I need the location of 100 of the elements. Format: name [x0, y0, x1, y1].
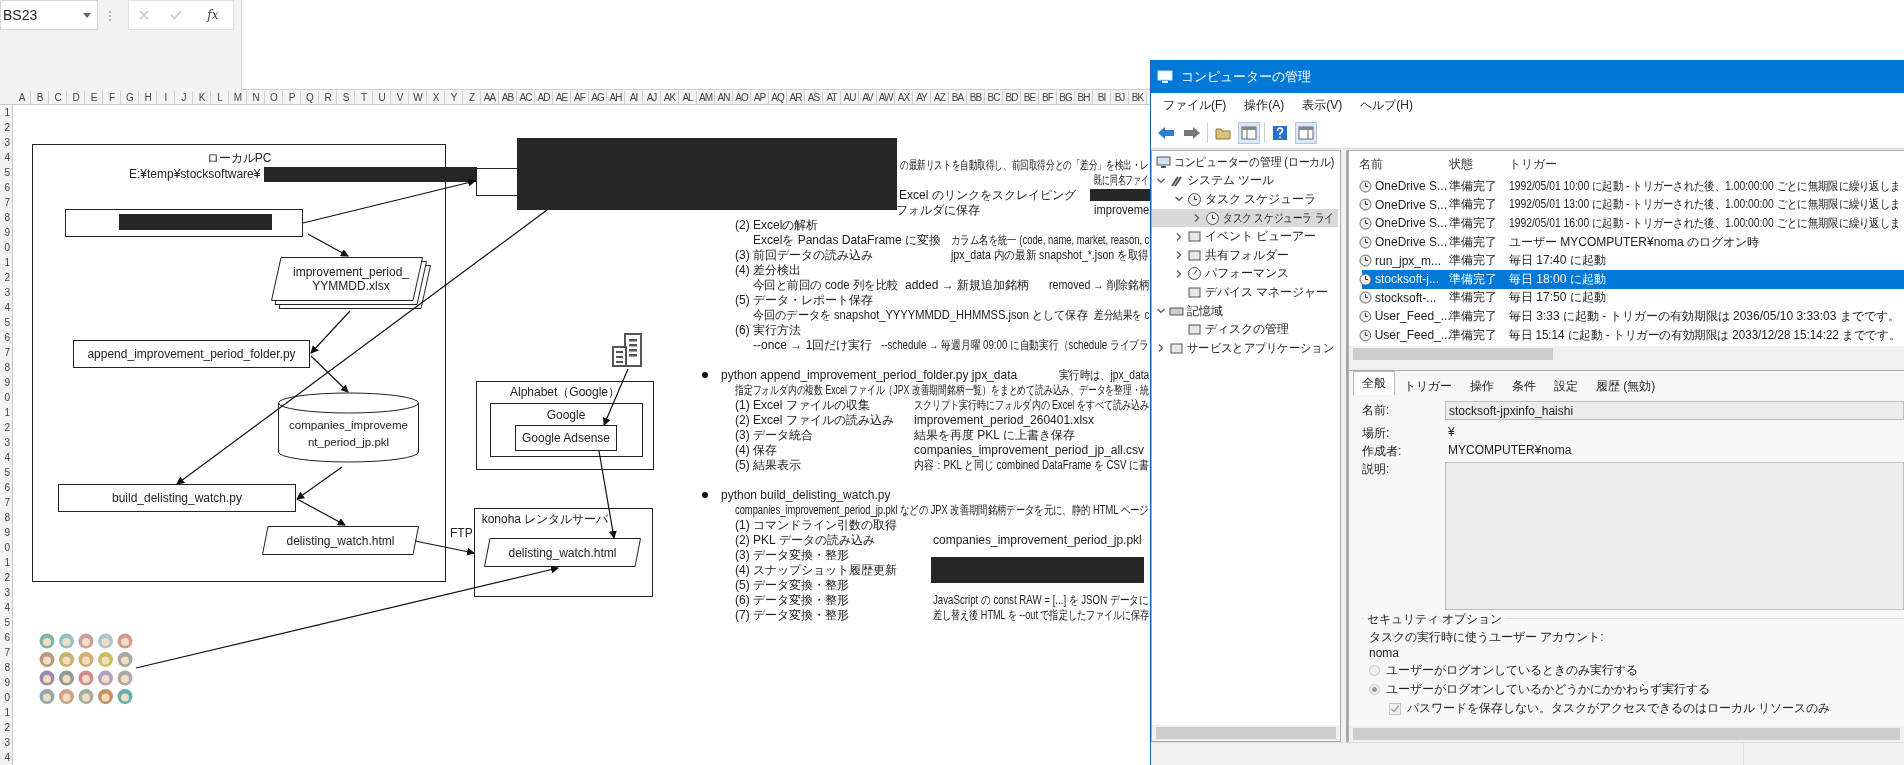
column-header[interactable]: AW — [877, 91, 895, 104]
column-header[interactable]: AY — [913, 91, 931, 104]
column-header[interactable]: AQ — [769, 91, 787, 104]
column-header[interactable]: C — [49, 91, 67, 104]
column-header[interactable]: AA — [481, 91, 499, 104]
task-row[interactable]: OneDrive S... 準備完了 ユーザー MYCOMPUTER¥noma のログオン時 — [1349, 232, 1904, 252]
row-number[interactable]: 2 — [0, 570, 12, 585]
column-header[interactable]: N — [247, 91, 265, 104]
column-header[interactable]: H — [139, 91, 157, 104]
task-row[interactable]: OneDrive S... 準備完了 1992/05/01 10:00 に起動 - トリガーされた後、1.00:00:00 ごとに無期限に繰り返しま — [1349, 177, 1904, 196]
column-header[interactable]: BC — [985, 91, 1003, 104]
tree-item[interactable]: 記憶域 — [1152, 301, 1338, 321]
row-number[interactable]: 4 — [0, 750, 12, 765]
column-header[interactable]: AO — [733, 91, 751, 104]
menu-item[interactable]: ファイル(F) — [1155, 94, 1235, 116]
column-header[interactable]: AL — [679, 91, 697, 104]
row-number[interactable]: 3 — [0, 735, 12, 750]
tree-item[interactable]: ディスクの管理 — [1152, 320, 1338, 339]
column-header[interactable]: AM — [697, 91, 715, 104]
column-header[interactable]: Y — [445, 91, 463, 104]
row-number[interactable]: 8 — [0, 660, 12, 675]
task-row[interactable]: User_Feed_...準備完了 毎日 15:14 に起動 - トリガーの有効期限は 2033/12/28 15:14:22 までです。 — [1349, 325, 1904, 345]
column-header[interactable]: BF — [1039, 91, 1057, 104]
scrollbar[interactable] — [1152, 725, 1340, 741]
row-number[interactable]: 0 — [0, 390, 12, 405]
column-header[interactable]: AN — [715, 91, 733, 104]
column-header[interactable]: V — [391, 91, 409, 104]
row-number[interactable]: 0 — [0, 240, 12, 255]
row-number[interactable]: 7 — [0, 195, 12, 210]
row-number[interactable]: 1 — [0, 405, 12, 420]
name-box[interactable]: BS23 — [0, 0, 98, 30]
row-number[interactable]: 7 — [0, 345, 12, 360]
task-row[interactable]: stocksoft-... 準備完了 毎日 17:50 に起動 — [1349, 288, 1904, 308]
description-field[interactable] — [1445, 462, 1904, 610]
column-header[interactable]: 状態 — [1449, 155, 1509, 173]
column-header[interactable]: Z — [463, 91, 481, 104]
row-number[interactable]: 2 — [0, 120, 12, 135]
row-number[interactable]: 5 — [0, 315, 12, 330]
row-number[interactable]: 8 — [0, 210, 12, 225]
column-header[interactable]: AP — [751, 91, 769, 104]
row-number[interactable]: 9 — [0, 675, 12, 690]
tab[interactable]: 履歴 (無効) — [1587, 374, 1665, 395]
tree-item[interactable]: タスク スケジューラ ライ — [1152, 208, 1338, 228]
row-number[interactable]: 7 — [0, 645, 12, 660]
tab[interactable]: トリガー — [1395, 374, 1461, 395]
function-button[interactable]: fx — [203, 6, 223, 24]
chevron-right-icon[interactable] — [1174, 231, 1184, 242]
row-number[interactable]: 4 — [0, 300, 12, 315]
column-header[interactable]: BG — [1057, 91, 1075, 104]
column-header[interactable]: BI — [1093, 91, 1111, 104]
column-header[interactable]: B — [31, 91, 49, 104]
row-number[interactable]: 4 — [0, 450, 12, 465]
tree-item[interactable]: コンピューターの管理 (ローカル) — [1152, 153, 1338, 172]
chevron-right-icon[interactable] — [1192, 213, 1202, 224]
column-header[interactable]: BE — [1021, 91, 1039, 104]
column-header[interactable]: O — [265, 91, 283, 104]
column-header[interactable]: AH — [607, 91, 625, 104]
row-number[interactable]: 5 — [0, 465, 12, 480]
column-header[interactable]: J — [175, 91, 193, 104]
row-number[interactable]: 1 — [0, 105, 12, 120]
column-header[interactable]: A — [13, 91, 31, 104]
tab[interactable]: 操作 — [1461, 374, 1503, 395]
task-row[interactable]: User_Feed_...準備完了 毎日 3:33 に起動 - トリガーの有効期限は 2036/05/10 3:33:03 までです。 — [1349, 307, 1904, 326]
tree-item[interactable]: システム ツール — [1152, 171, 1338, 191]
tree-item[interactable]: 共有フォルダー — [1152, 245, 1338, 265]
row-number[interactable]: 6 — [0, 180, 12, 195]
column-header[interactable]: AI — [625, 91, 643, 104]
column-header[interactable]: BJ — [1111, 91, 1129, 104]
menu-item[interactable]: 操作(A) — [1236, 94, 1293, 116]
row-number[interactable]: 2 — [0, 270, 12, 285]
chevron-right-icon[interactable] — [1174, 250, 1184, 261]
tree-item[interactable]: サービスとアプリケーション — [1152, 338, 1338, 358]
row-number[interactable]: 6 — [0, 480, 12, 495]
tree-item[interactable]: デバイス マネージャー — [1152, 283, 1338, 302]
row-number[interactable]: 5 — [0, 615, 12, 630]
chevron-right-icon[interactable] — [1156, 343, 1166, 354]
column-header[interactable]: BA — [949, 91, 967, 104]
menu-item[interactable]: ヘルプ(H) — [1352, 94, 1421, 116]
column-header[interactable]: E — [85, 91, 103, 104]
row-number[interactable]: 8 — [0, 510, 12, 525]
column-header[interactable]: AU — [841, 91, 859, 104]
column-header[interactable]: AV — [859, 91, 877, 104]
row-number[interactable]: 1 — [0, 255, 12, 270]
column-header[interactable]: F — [103, 91, 121, 104]
task-row[interactable]: run_jpx_m... 準備完了 毎日 17:40 に起動 — [1349, 251, 1904, 270]
row-number[interactable]: 3 — [0, 135, 12, 150]
task-row[interactable]: OneDrive S... 準備完了 1992/05/01 16:00 に起動 - トリガーされた後、1.00:00:00 ごとに無期限に繰り返しま — [1349, 214, 1904, 233]
column-header[interactable]: AJ — [643, 91, 661, 104]
row-number[interactable]: 3 — [0, 285, 12, 300]
column-header[interactable]: X — [427, 91, 445, 104]
console-tree-button[interactable] — [1238, 121, 1260, 144]
scrollbar[interactable] — [1349, 726, 1904, 742]
column-header[interactable]: G — [121, 91, 139, 104]
menu-item[interactable]: 表示(V) — [1294, 94, 1351, 116]
column-header[interactable]: AE — [553, 91, 571, 104]
column-header[interactable]: T — [355, 91, 373, 104]
tab[interactable]: 全般 — [1353, 371, 1395, 395]
radio-button[interactable] — [1369, 684, 1380, 695]
row-number[interactable]: 2 — [0, 720, 12, 735]
row-number[interactable]: 6 — [0, 330, 12, 345]
